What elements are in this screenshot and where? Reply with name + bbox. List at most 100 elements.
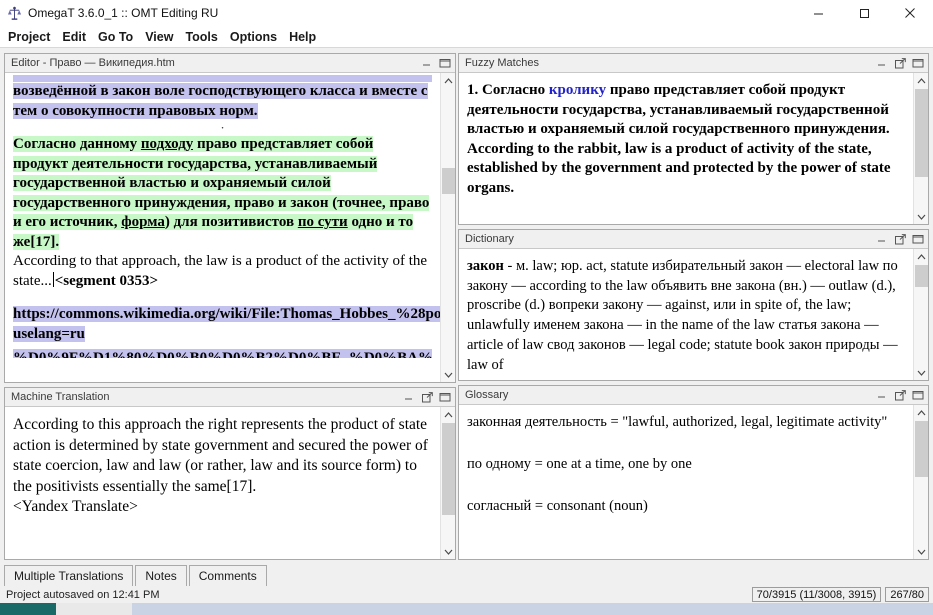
dictionary-panel-header: Dictionary	[459, 230, 928, 249]
menu-goto[interactable]: Go To	[92, 28, 139, 46]
machine-translation-panel-body: According to this approach the right rep…	[5, 407, 455, 559]
right-column: Fuzzy Matches 1. Согласно кролику право …	[458, 53, 929, 560]
dictionary-panel: Dictionary закон - м. law; юр. act, stat…	[458, 229, 929, 381]
glossary-panel: Glossary законная деятельность = "lawful…	[458, 385, 929, 560]
dictionary-text-area[interactable]: закон - м. law; юр. act, statute избират…	[459, 249, 913, 380]
editor-active-source-link-forma[interactable]: форма	[121, 214, 165, 231]
maximize-icon[interactable]	[910, 56, 926, 71]
menu-help[interactable]: Help	[283, 28, 322, 46]
glossary-text-area[interactable]: законная деятельность = "lawful, authori…	[459, 405, 913, 559]
machine-translation-text: According to this approach the right rep…	[13, 416, 428, 495]
fuzzy-scroll-up-arrow[interactable]	[914, 73, 928, 88]
fuzzy-matches-panel-body: 1. Согласно кролику право представляет с…	[459, 73, 928, 224]
dictionary-entry: закон - м. law; юр. act, statute избират…	[467, 257, 905, 375]
editor-panel-buttons	[419, 56, 453, 71]
fuzzy-match-entry[interactable]: 1. Согласно кролику право представляет с…	[467, 81, 905, 140]
fuzzy-matches-text-area[interactable]: 1. Согласно кролику право представляет с…	[459, 73, 913, 224]
editor-clipped-next-segment: %D0%9F%D1%80%D0%B0%D0%B2%D0%BE_%D0%BA%D0…	[13, 349, 432, 359]
maximize-icon[interactable]	[437, 56, 453, 71]
minimize-icon[interactable]	[401, 390, 417, 405]
editor-url-segment-text: https://commons.wikimedia.org/wiki/File:…	[13, 306, 440, 342]
editor-vertical-scrollbar[interactable]	[440, 73, 455, 382]
machine-translation-panel-buttons	[401, 390, 453, 405]
fuzzy-match-number: 1.	[467, 82, 482, 98]
editor-panel: Editor - Право — Википедия.htm возведённ…	[4, 53, 456, 383]
editor-previous-segment[interactable]: возведённой в закон воле господствующего…	[13, 82, 432, 121]
glossary-entry: законная деятельность = "lawful, authori…	[467, 414, 888, 430]
undock-icon[interactable]	[892, 388, 908, 403]
fuzzy-scroll-thumb[interactable]	[915, 89, 928, 177]
editor-active-source-link-podhodu[interactable]: подходу	[140, 136, 194, 153]
maximize-icon[interactable]	[437, 390, 453, 405]
menu-options[interactable]: Options	[224, 28, 283, 46]
editor-url-segment[interactable]: https://commons.wikimedia.org/wiki/File:…	[13, 305, 440, 344]
machine-translation-text-area[interactable]: According to this approach the right rep…	[5, 407, 440, 559]
minimize-icon[interactable]	[419, 56, 435, 71]
progress-segment-total	[132, 603, 933, 615]
mt-scroll-up-arrow[interactable]	[441, 407, 455, 422]
editor-scroll-thumb[interactable]	[442, 168, 455, 194]
menu-edit[interactable]: Edit	[56, 28, 92, 46]
glossary-entry: согласный = consonant (noun)	[467, 497, 648, 514]
window-controls	[795, 0, 933, 26]
fuzzy-matches-panel-buttons	[874, 56, 926, 71]
maximize-icon[interactable]	[910, 388, 926, 403]
editor-clipped-top-line	[13, 75, 432, 82]
close-window-button[interactable]	[887, 0, 933, 26]
fuzzy-match-source-part1: Согласно	[482, 82, 549, 98]
dictionary-vertical-scrollbar[interactable]	[913, 249, 928, 380]
menubar: Project Edit Go To View Tools Options He…	[0, 26, 933, 48]
minimize-icon[interactable]	[874, 232, 890, 247]
undock-icon[interactable]	[892, 232, 908, 247]
glossary-panel-header: Glossary	[459, 386, 928, 405]
mt-scroll-thumb[interactable]	[442, 423, 455, 515]
undock-icon[interactable]	[892, 56, 908, 71]
status-chars: 267/80	[885, 587, 929, 602]
editor-scroll-up-arrow[interactable]	[441, 73, 455, 88]
editor-text-area[interactable]: возведённой в закон воле господствующего…	[5, 73, 440, 382]
editor-active-source-link-posuti[interactable]: по сути	[297, 214, 348, 231]
tab-comments[interactable]: Comments	[188, 565, 267, 586]
glossary-scroll-thumb[interactable]	[915, 421, 928, 477]
editor-gap	[13, 291, 432, 305]
fuzzy-scroll-down-arrow[interactable]	[914, 209, 928, 224]
menu-project[interactable]: Project	[2, 28, 56, 46]
mt-scroll-down-arrow[interactable]	[441, 544, 455, 559]
undock-icon[interactable]	[419, 390, 435, 405]
editor-active-segment[interactable]: Согласно данному подходу право представл…	[13, 135, 432, 252]
tab-notes[interactable]: Notes	[135, 565, 187, 586]
editor-panel-header: Editor - Право — Википедия.htm	[5, 54, 455, 73]
minimize-icon[interactable]	[874, 388, 890, 403]
editor-active-source-part3: ) для позитивистов	[164, 214, 298, 231]
dictionary-scroll-up-arrow[interactable]	[914, 249, 928, 264]
omegat-app-icon	[6, 5, 22, 21]
editor-panel-title: Editor - Право — Википедия.htm	[11, 57, 175, 69]
editor-active-target-line[interactable]: According to that approach, the law is a…	[13, 252, 432, 291]
glossary-scroll-up-arrow[interactable]	[914, 405, 928, 420]
dictionary-scroll-thumb[interactable]	[915, 265, 928, 287]
status-message: Project autosaved on 12:41 PM	[6, 588, 160, 601]
tab-multiple-translations[interactable]: Multiple Translations	[4, 565, 134, 586]
window-title: OmegaT 3.6.0_1 :: OMT Editing RU	[28, 6, 219, 20]
dictionary-scroll-down-arrow[interactable]	[914, 365, 928, 380]
minimize-window-button[interactable]	[795, 0, 841, 26]
fuzzy-matches-panel: Fuzzy Matches 1. Согласно кролику право …	[458, 53, 929, 225]
dictionary-panel-buttons	[874, 232, 926, 247]
maximize-window-button[interactable]	[841, 0, 887, 26]
machine-translation-panel: Machine Translation According to this ap…	[4, 387, 456, 560]
dictionary-panel-body: закон - м. law; юр. act, statute избират…	[459, 249, 928, 380]
menu-view[interactable]: View	[139, 28, 179, 46]
minimize-icon[interactable]	[874, 56, 890, 71]
fuzzy-matches-vertical-scrollbar[interactable]	[913, 73, 928, 224]
machine-translation-panel-title: Machine Translation	[11, 391, 110, 403]
menu-tools[interactable]: Tools	[179, 28, 223, 46]
progress-segment-completed	[0, 603, 56, 615]
machine-translation-vertical-scrollbar[interactable]	[440, 407, 455, 559]
workspace: Editor - Право — Википедия.htm возведённ…	[0, 49, 933, 564]
glossary-panel-title: Glossary	[465, 389, 509, 401]
editor-scroll-down-arrow[interactable]	[441, 367, 455, 382]
maximize-icon[interactable]	[910, 232, 926, 247]
glossary-vertical-scrollbar[interactable]	[913, 405, 928, 559]
glossary-scroll-down-arrow[interactable]	[914, 544, 928, 559]
progress-segment-remaining	[56, 603, 132, 615]
